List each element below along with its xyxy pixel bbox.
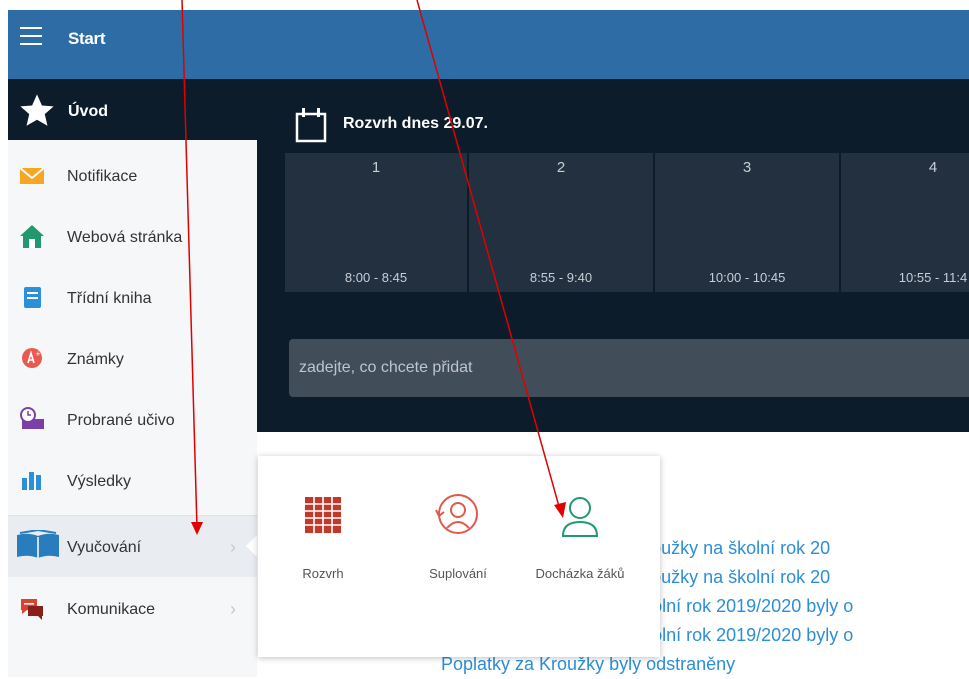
chevron-right-icon: › xyxy=(230,599,236,619)
lesson-time: 8:00 - 8:45 xyxy=(344,270,408,285)
sidebar-item-label: Komunikace xyxy=(67,601,156,618)
sidebar-item-label: Probrané učivo xyxy=(67,412,175,429)
lesson-number: 2 xyxy=(556,159,566,176)
sidebar-item-vyucovani[interactable]: Vyučování › xyxy=(8,515,257,578)
grade-icon: + xyxy=(22,348,42,368)
substitute-person-icon xyxy=(435,494,478,534)
hamburger-menu-icon[interactable] xyxy=(20,27,42,45)
schedule-slot[interactable]: 2 8:55 - 9:40 xyxy=(469,153,653,292)
svg-text:+: + xyxy=(35,350,41,358)
sidebar-item-label: Notifikace xyxy=(67,168,138,185)
sidebar-item-notifikace[interactable]: Notifikace xyxy=(8,144,257,206)
lesson-number: 3 xyxy=(742,159,752,176)
notebook-icon xyxy=(24,287,41,308)
schedule-slot[interactable]: 1 8:00 - 8:45 xyxy=(285,153,467,292)
sidebar-item-tridni-kniha[interactable]: Třídní kniha xyxy=(8,266,257,328)
star-icon xyxy=(20,94,54,126)
lesson-number: 4 xyxy=(928,159,938,176)
sidebar-item-label: Výsledky xyxy=(67,473,132,490)
open-book-icon xyxy=(17,530,59,558)
submenu-label: Rozvrh xyxy=(302,566,344,581)
sidebar: Notifikace Webová stránka Třídní kniha +… xyxy=(8,140,257,677)
schedule-slot[interactable]: 3 10:00 - 10:45 xyxy=(655,153,839,292)
lesson-time: 10:55 - 11:4 xyxy=(898,270,968,285)
sidebar-item-vysledky[interactable]: Výsledky xyxy=(8,449,257,511)
schedule-slot[interactable]: 4 10:55 - 11:4 xyxy=(841,153,969,292)
lesson-number: 1 xyxy=(371,159,381,176)
sidebar-item-label: Známky xyxy=(67,351,124,368)
sidebar-item-komunikace[interactable]: Komunikace › xyxy=(8,577,257,639)
clock-laptop-icon xyxy=(20,407,44,429)
envelope-icon xyxy=(19,167,45,184)
house-icon xyxy=(20,225,44,248)
sidebar-item-label: Webová stránka xyxy=(67,229,183,246)
lesson-time: 8:55 - 9:40 xyxy=(529,270,593,285)
sidebar-item-webova-stranka[interactable]: Webová stránka xyxy=(8,205,257,267)
sidebar-item-label: Vyučování xyxy=(67,539,142,556)
student-person-icon xyxy=(561,497,599,537)
calendar-icon xyxy=(295,108,327,143)
chevron-right-icon: › xyxy=(230,537,236,557)
sidebar-item-uvod[interactable]: Úvod xyxy=(8,82,257,140)
schedule-title: Rozvrh dnes 29.07. xyxy=(343,115,488,132)
app-title[interactable]: Start xyxy=(68,29,106,49)
bar-chart-icon xyxy=(22,472,41,490)
chat-bubbles-icon xyxy=(21,599,43,620)
add-item-input[interactable] xyxy=(289,339,969,397)
sidebar-item-znamky[interactable]: + Známky xyxy=(8,327,257,389)
sidebar-item-probrane-ucivo[interactable]: Probrané učivo xyxy=(8,388,257,450)
sidebar-item-label: Třídní kniha xyxy=(67,290,152,307)
vyucovani-submenu: Rozvrh Suplování Docházka žáků xyxy=(258,456,660,657)
grid-table-icon xyxy=(305,497,341,533)
submenu-label: Docházka žáků xyxy=(535,566,625,581)
submenu-label: Suplování xyxy=(429,566,487,581)
lesson-time: 10:00 - 10:45 xyxy=(708,270,786,285)
sidebar-item-label: Úvod xyxy=(68,103,108,120)
top-bar: Start xyxy=(8,10,969,79)
